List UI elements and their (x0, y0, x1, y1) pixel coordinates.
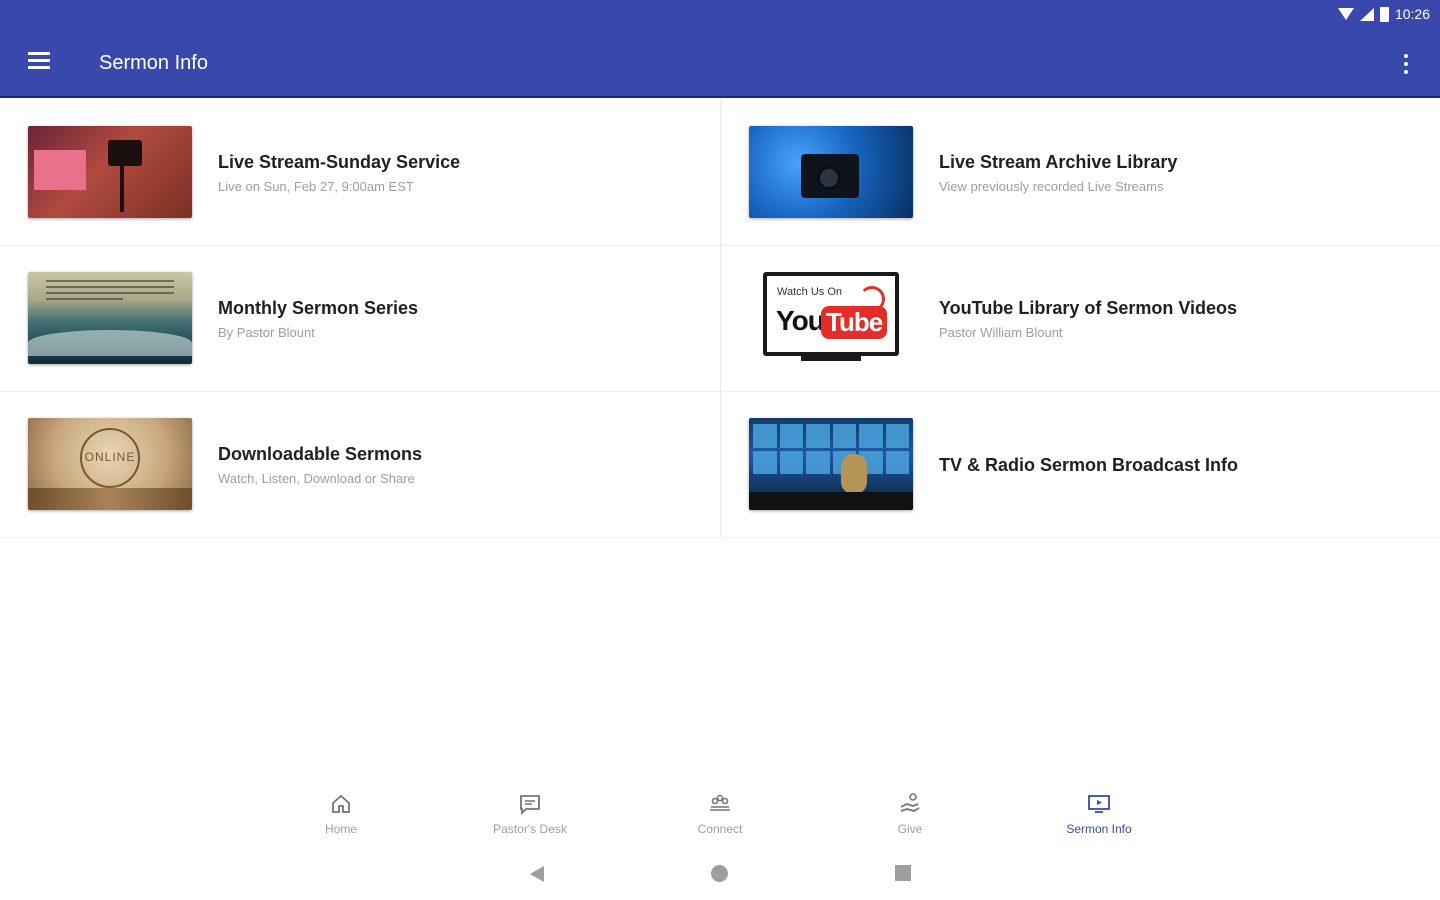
card-title: Live Stream Archive Library (939, 152, 1178, 172)
nav-item-home[interactable]: Home (286, 792, 396, 838)
cell-signal-icon (1359, 7, 1374, 21)
online-label: ONLINE (84, 450, 136, 464)
nav-item-pastors-desk[interactable]: Pastor's Desk (475, 792, 585, 838)
nav-label: Pastor's Desk (493, 822, 567, 836)
hamburger-menu-icon[interactable] (28, 52, 54, 74)
youtube-logo-you: You (776, 305, 825, 336)
back-icon[interactable] (530, 866, 544, 882)
nav-item-connect[interactable]: Connect (665, 792, 775, 838)
broadcast-studio-thumbnail (749, 418, 913, 510)
archive-camera-thumbnail (749, 126, 913, 218)
card-youtube-library[interactable]: Watch Us On You Tube YouTube Library of … (720, 246, 1440, 392)
card-live-stream-sunday[interactable]: Live Stream-Sunday Service Live on Sun, … (0, 100, 720, 246)
ocean-wave-thumbnail (28, 272, 192, 364)
card-subtitle: Pastor William Blount (939, 325, 1063, 340)
card-subtitle: Live on Sun, Feb 27, 9:00am EST (218, 179, 414, 194)
bottom-navigation: Home Pastor's Desk Connect Give Sermon I… (0, 780, 1440, 844)
live-stream-thumbnail (28, 126, 192, 218)
app-bar: 10:26 Sermon Info (0, 0, 1440, 98)
home-button-icon[interactable] (711, 865, 728, 882)
sermon-grid: Live Stream-Sunday Service Live on Sun, … (0, 100, 1440, 540)
card-subtitle: View previously recorded Live Streams (939, 179, 1164, 194)
card-downloadable-sermons[interactable]: ONLINE Downloadable Sermons Watch, Liste… (0, 392, 720, 538)
nav-label: Give (897, 822, 923, 836)
more-options-icon[interactable] (1396, 52, 1416, 76)
card-title: TV & Radio Sermon Broadcast Info (939, 454, 1239, 475)
recent-apps-icon[interactable] (895, 865, 911, 881)
nav-label: Home (324, 822, 357, 836)
status-bar: 10:26 (1337, 4, 1430, 24)
broadcast-arc-icon (859, 286, 885, 312)
card-title: Monthly Sermon Series (218, 298, 419, 318)
wifi-icon (1337, 8, 1354, 20)
card-title: Live Stream-Sunday Service (218, 152, 461, 172)
monitor-play-icon (1088, 795, 1110, 813)
message-icon (520, 795, 540, 816)
page-title: Sermon Info (99, 52, 208, 74)
card-title: YouTube Library of Sermon Videos (939, 298, 1238, 318)
sermons-online-thumbnail: ONLINE (28, 418, 192, 510)
youtube-tv-thumbnail: Watch Us On You Tube (749, 272, 913, 364)
nav-item-sermon-info[interactable]: Sermon Info (1044, 792, 1154, 838)
people-icon (710, 794, 730, 811)
home-icon (332, 794, 350, 813)
system-navigation-bar (0, 852, 1440, 900)
card-title: Downloadable Sermons (218, 444, 423, 464)
youtube-logo-tube: Tube (821, 306, 888, 339)
watch-us-on-label: Watch Us On (777, 286, 842, 298)
card-subtitle: Watch, Listen, Download or Share (218, 471, 415, 486)
card-live-stream-archive[interactable]: Live Stream Archive Library View previou… (720, 100, 1440, 246)
nav-item-give[interactable]: Give (855, 792, 965, 838)
nav-label: Sermon Info (1066, 822, 1132, 836)
battery-icon (1379, 6, 1389, 22)
card-tv-radio-broadcast[interactable]: TV & Radio Sermon Broadcast Info (720, 392, 1440, 538)
card-subtitle: By Pastor Blount (218, 325, 315, 340)
nav-label: Connect (697, 822, 743, 836)
card-monthly-sermon-series[interactable]: Monthly Sermon Series By Pastor Blount (0, 246, 720, 392)
microphone-icon (841, 454, 867, 494)
status-time: 10:26 (1394, 6, 1430, 22)
give-hand-icon (900, 793, 920, 812)
